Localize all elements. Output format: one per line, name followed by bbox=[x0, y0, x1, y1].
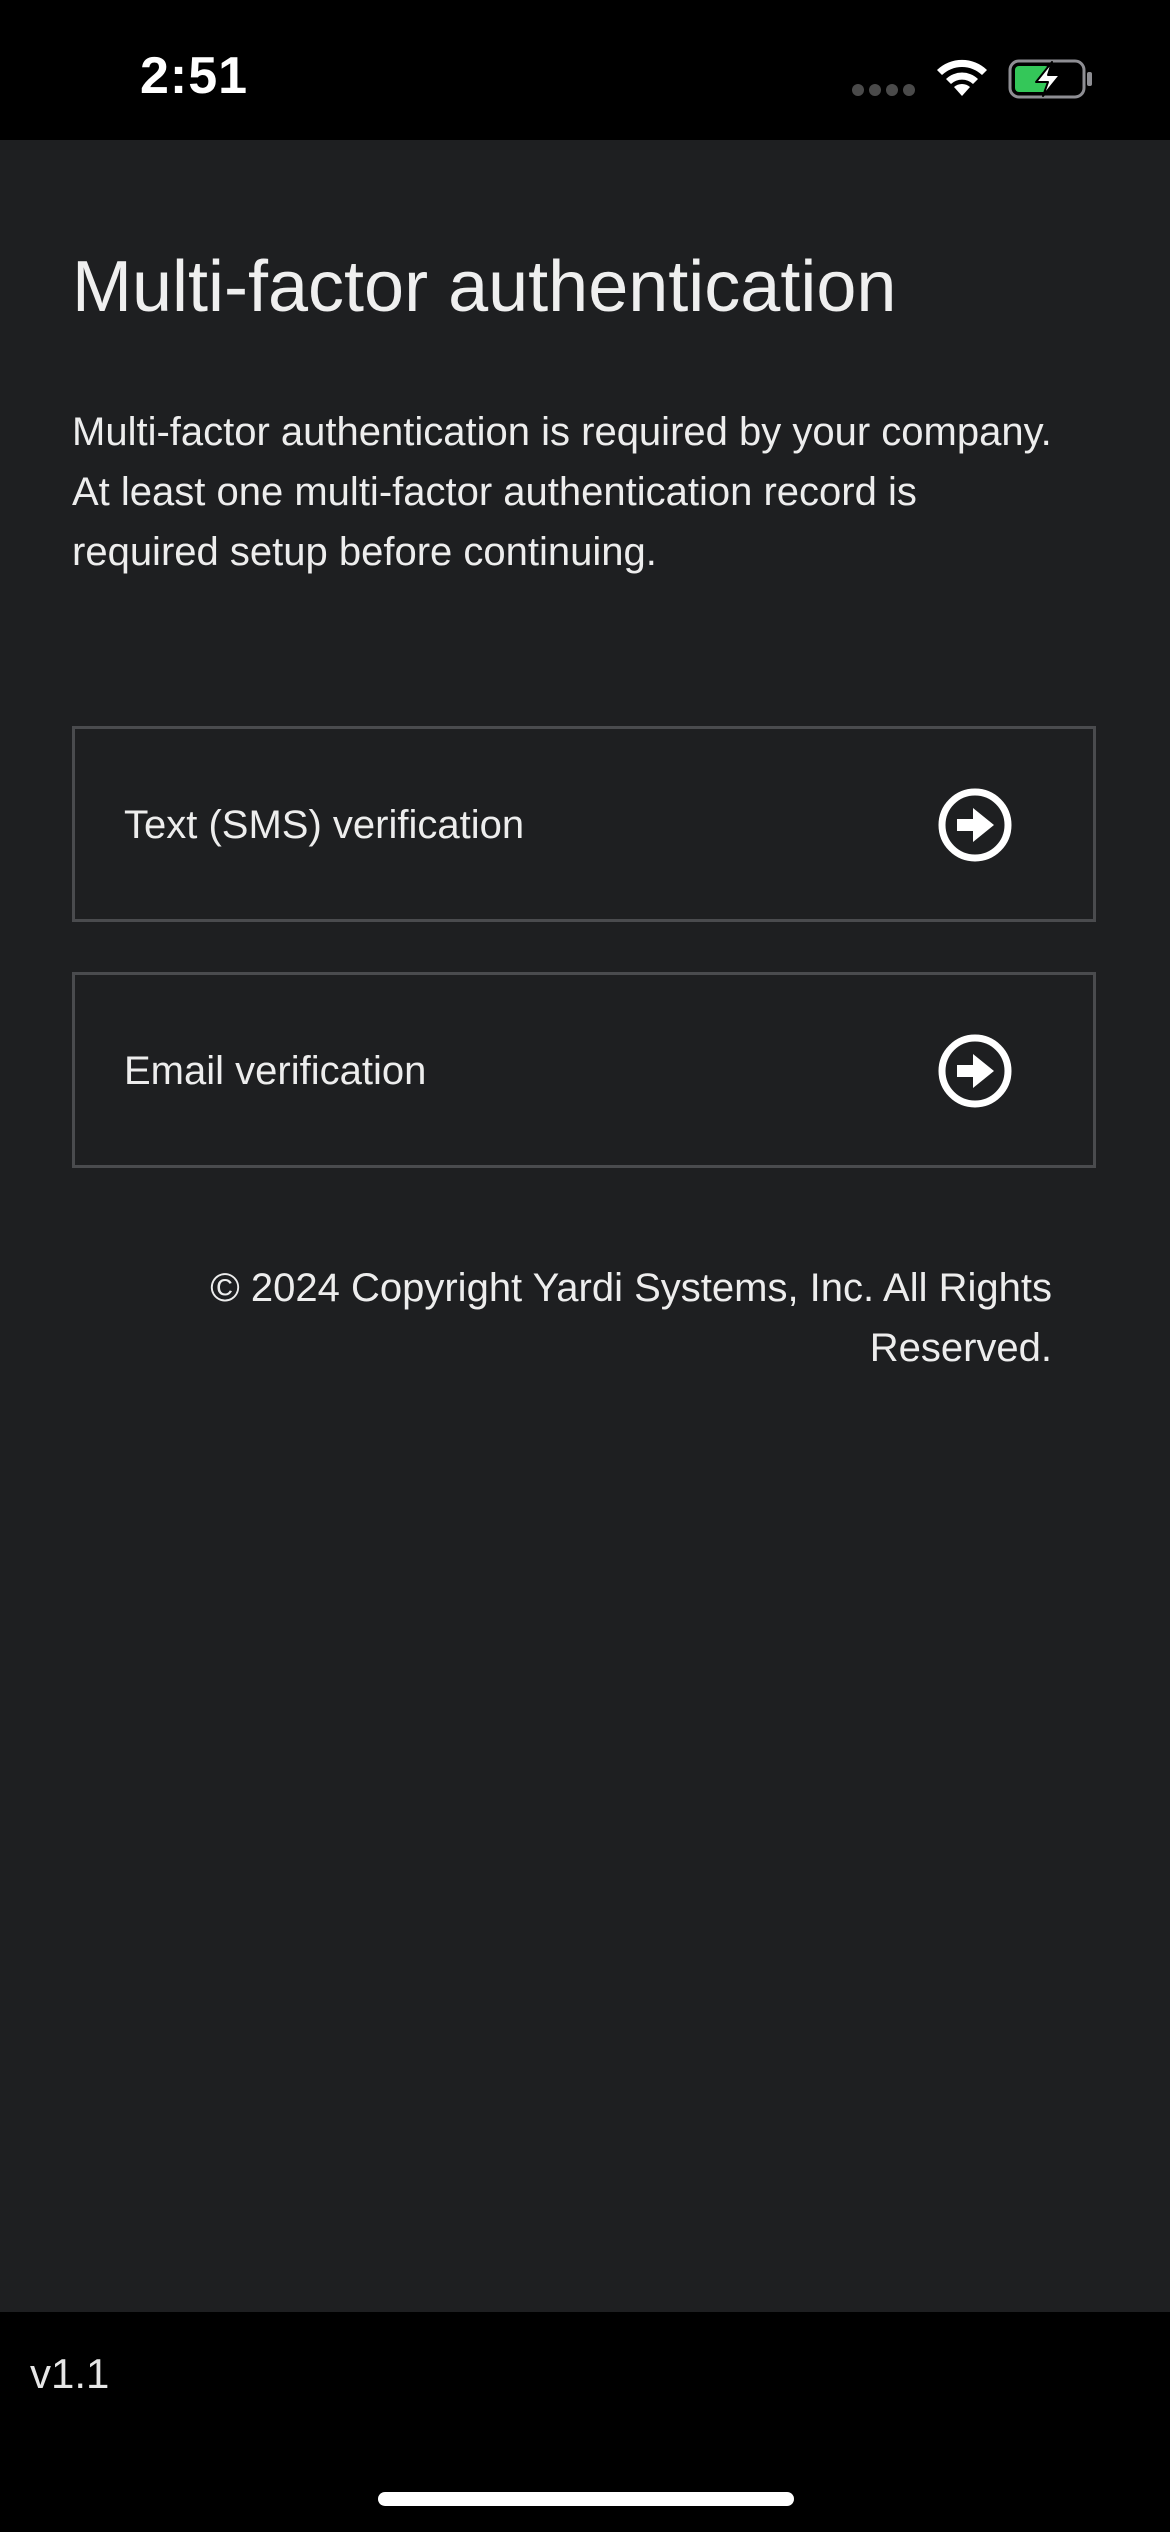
intro-text: Multi-factor authentication is required … bbox=[72, 410, 1052, 574]
status-bar: 2:51 bbox=[0, 0, 1170, 140]
main-panel: Multi-factor authentication Multi-factor… bbox=[0, 140, 1170, 2312]
version-label: v1.1 bbox=[30, 2350, 110, 2397]
status-time: 2:51 bbox=[140, 47, 249, 105]
sms-verification-button[interactable]: Text (SMS) verification bbox=[72, 726, 1096, 922]
sms-verification-label: Text (SMS) verification bbox=[124, 803, 525, 847]
email-verification-button[interactable]: Email verification bbox=[72, 972, 1096, 1168]
arrow-right-circle-icon bbox=[938, 788, 1012, 862]
arrow-right-circle-icon bbox=[938, 1034, 1012, 1108]
email-verification-label: Email verification bbox=[124, 1049, 427, 1093]
battery-charging-icon bbox=[1008, 59, 1092, 99]
cellular-signal-icon bbox=[852, 84, 916, 96]
home-indicator[interactable] bbox=[378, 2492, 794, 2506]
page-title: Multi-factor authentication bbox=[72, 247, 897, 327]
footer-bar: v1.1 bbox=[0, 2312, 1170, 2532]
wifi-icon bbox=[937, 59, 987, 96]
copyright-text: © 2024 Copyright Yardi Systems, Inc. All… bbox=[210, 1266, 1052, 1370]
